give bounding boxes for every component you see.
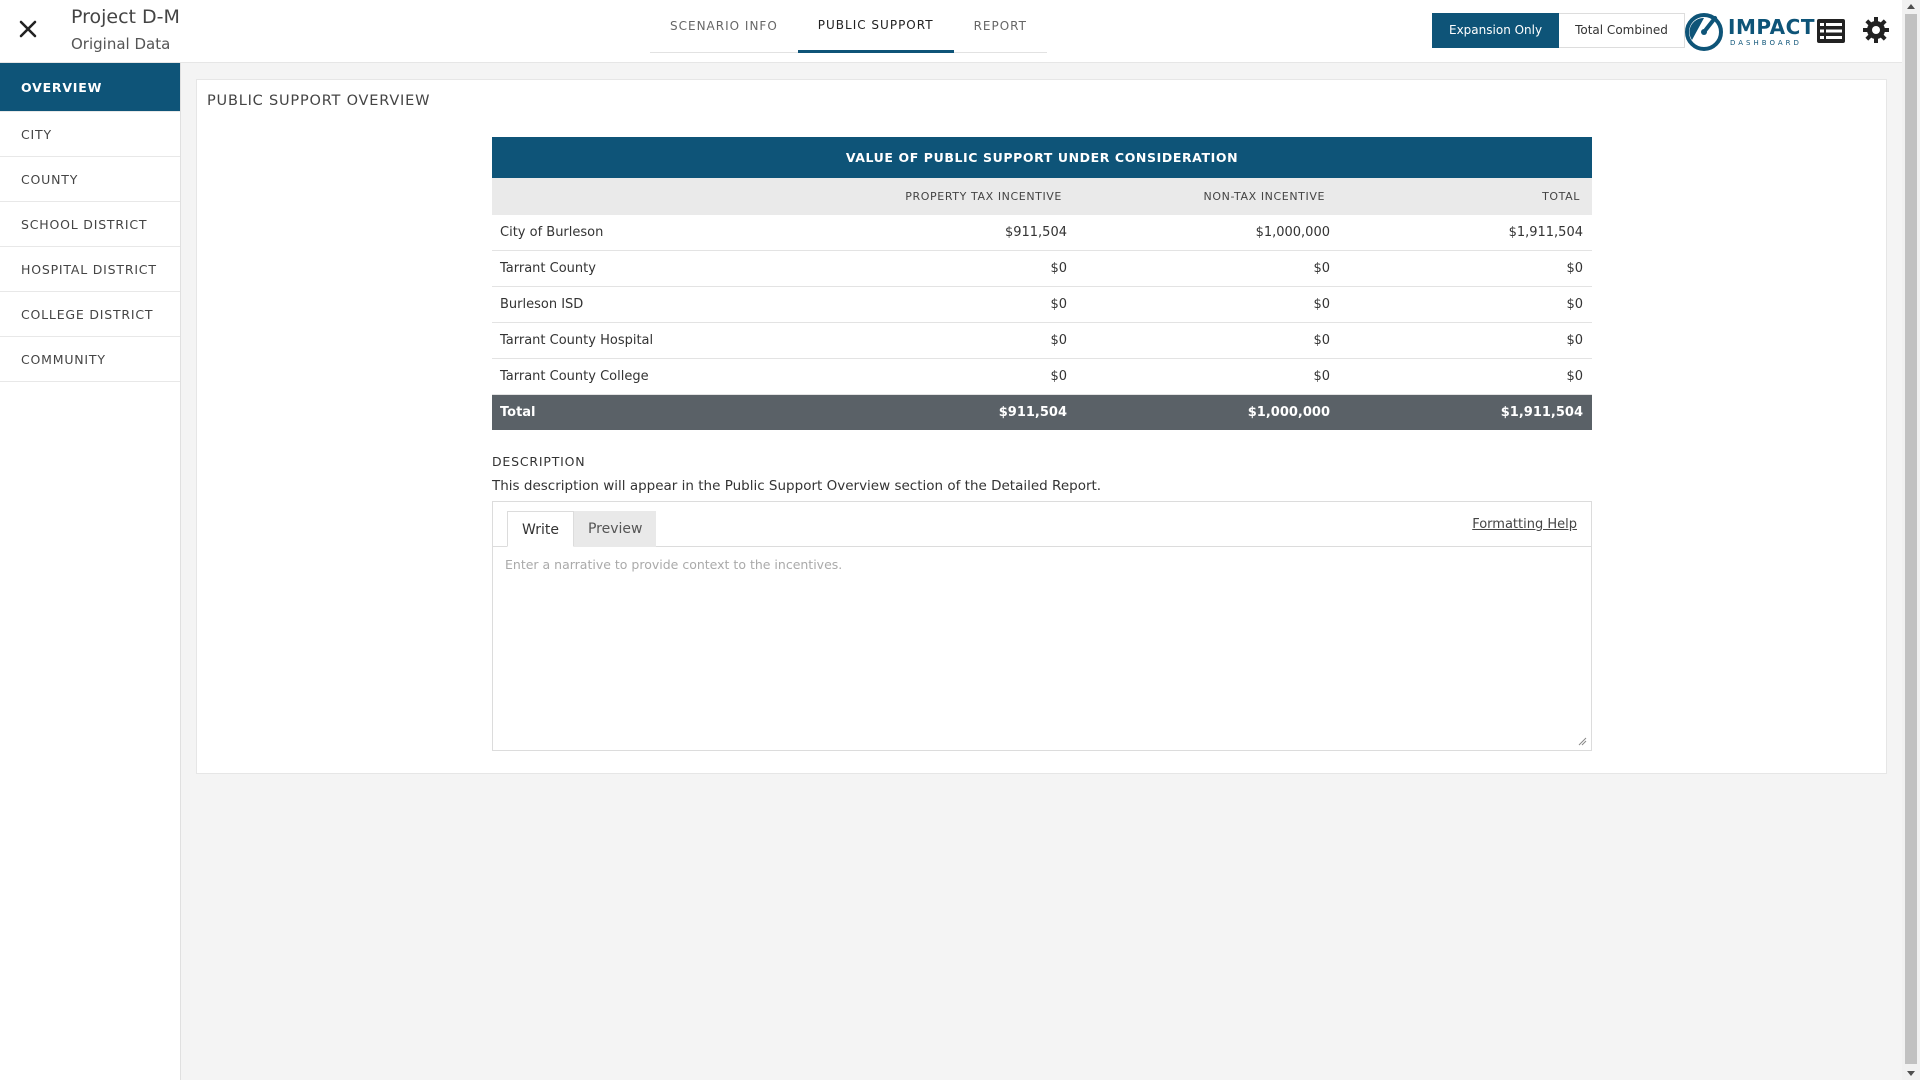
logo-wordmark: IMPACT	[1728, 15, 1815, 39]
property-tax-value: $0	[1050, 261, 1067, 276]
impact-dashboard-logo: IMPACT DASHBOARD	[1684, 12, 1814, 52]
entity-name: City of Burleson	[500, 225, 604, 240]
entity-name: Tarrant County	[500, 261, 596, 276]
total-property-tax: $911,504	[998, 405, 1067, 420]
property-tax-value: $0	[1050, 297, 1067, 312]
resize-handle-icon[interactable]	[1577, 736, 1587, 746]
write-tab[interactable]: Write	[507, 511, 574, 547]
table-header-row: PROPERTY TAX INCENTIVE NON-TAX INCENTIVE…	[492, 178, 1592, 215]
total-value: $0	[1566, 261, 1583, 276]
non-tax-value: $1,000,000	[1255, 225, 1330, 240]
entity-name: Tarrant County College	[500, 369, 649, 384]
entity-name: Burleson ISD	[500, 297, 584, 312]
top-header: Project D-M Original Data SCENARIO INFO …	[0, 0, 1902, 63]
table-row: Burleson ISD $0 $0 $0	[492, 287, 1592, 323]
formatting-help-link[interactable]: Formatting Help	[1472, 517, 1577, 532]
sidebar-item-college-district[interactable]: COLLEGE DISTRICT	[0, 292, 180, 337]
property-tax-value: $911,504	[1004, 225, 1067, 240]
non-tax-value: $0	[1313, 369, 1330, 384]
gauge-icon	[1685, 13, 1723, 51]
non-tax-value: $0	[1313, 333, 1330, 348]
table-row: City of Burleson $911,504 $1,000,000 $1,…	[492, 215, 1592, 251]
gear-icon[interactable]	[1862, 16, 1890, 44]
sidebar-item-city[interactable]: CITY	[0, 112, 180, 157]
project-title: Project D-M	[71, 6, 180, 28]
scroll-thumb[interactable]	[1905, 14, 1917, 1064]
property-tax-value: $0	[1050, 369, 1067, 384]
page-title: PUBLIC SUPPORT OVERVIEW	[207, 93, 431, 109]
description-textarea[interactable]: Enter a narrative to provide context to …	[493, 547, 1591, 750]
sidebar-item-county[interactable]: COUNTY	[0, 157, 180, 202]
table-heading: VALUE OF PUBLIC SUPPORT UNDER CONSIDERAT…	[492, 137, 1592, 178]
expansion-only-button[interactable]: Expansion Only	[1432, 13, 1560, 48]
scope-toggle: Expansion Only Total Combined	[1432, 13, 1685, 48]
total-label: Total	[500, 405, 536, 420]
column-header-non-tax: NON-TAX INCENTIVE	[1203, 190, 1325, 203]
sidebar-item-school-district[interactable]: SCHOOL DISTRICT	[0, 202, 180, 247]
sidebar-item-community[interactable]: COMMUNITY	[0, 337, 180, 382]
table-row: Tarrant County $0 $0 $0	[492, 251, 1592, 287]
page-scrollbar[interactable]	[1902, 0, 1920, 1080]
non-tax-value: $0	[1313, 297, 1330, 312]
property-tax-value: $0	[1050, 333, 1067, 348]
total-value: $0	[1566, 333, 1583, 348]
tab-public-support[interactable]: PUBLIC SUPPORT	[797, 0, 954, 53]
public-support-table: VALUE OF PUBLIC SUPPORT UNDER CONSIDERAT…	[492, 137, 1592, 430]
sidebar-item-hospital-district[interactable]: HOSPITAL DISTRICT	[0, 247, 180, 292]
description-editor: Write Preview Formatting Help Enter a na…	[492, 501, 1592, 751]
description-help-text: This description will appear in the Publ…	[492, 478, 1102, 494]
non-tax-value: $0	[1313, 261, 1330, 276]
main-tabs: SCENARIO INFO PUBLIC SUPPORT REPORT	[650, 0, 1047, 53]
editor-tabs: Write Preview	[507, 511, 657, 547]
entity-name: Tarrant County Hospital	[500, 333, 654, 348]
table-row: Tarrant County College $0 $0 $0	[492, 359, 1592, 395]
project-subtitle: Original Data	[71, 35, 171, 53]
sidebar: OVERVIEW CITY COUNTY SCHOOL DISTRICT HOS…	[0, 63, 181, 1080]
scroll-down-icon[interactable]	[1907, 1071, 1915, 1076]
list-icon[interactable]	[1816, 18, 1846, 44]
close-icon[interactable]	[16, 17, 40, 41]
column-header-total: TOTAL	[1542, 190, 1580, 203]
column-header-property-tax: PROPERTY TAX INCENTIVE	[905, 190, 1062, 203]
total-value: $0	[1566, 369, 1583, 384]
total-combined-button[interactable]: Total Combined	[1559, 13, 1685, 48]
total-non-tax: $1,000,000	[1247, 405, 1330, 420]
grand-total: $1,911,504	[1500, 405, 1583, 420]
total-value: $1,911,504	[1508, 225, 1583, 240]
preview-tab[interactable]: Preview	[573, 511, 657, 547]
tab-report[interactable]: REPORT	[954, 0, 1047, 53]
scroll-up-icon[interactable]	[1907, 4, 1915, 9]
sidebar-item-overview[interactable]: OVERVIEW	[0, 63, 180, 112]
public-support-panel: PUBLIC SUPPORT OVERVIEW VALUE OF PUBLIC …	[196, 79, 1887, 774]
description-label: DESCRIPTION	[492, 454, 586, 469]
table-row: Tarrant County Hospital $0 $0 $0	[492, 323, 1592, 359]
total-value: $0	[1566, 297, 1583, 312]
tab-scenario-info[interactable]: SCENARIO INFO	[650, 0, 798, 53]
logo-subtext: DASHBOARD	[1730, 39, 1802, 47]
table-total-row: Total $911,504 $1,000,000 $1,911,504	[492, 395, 1592, 430]
